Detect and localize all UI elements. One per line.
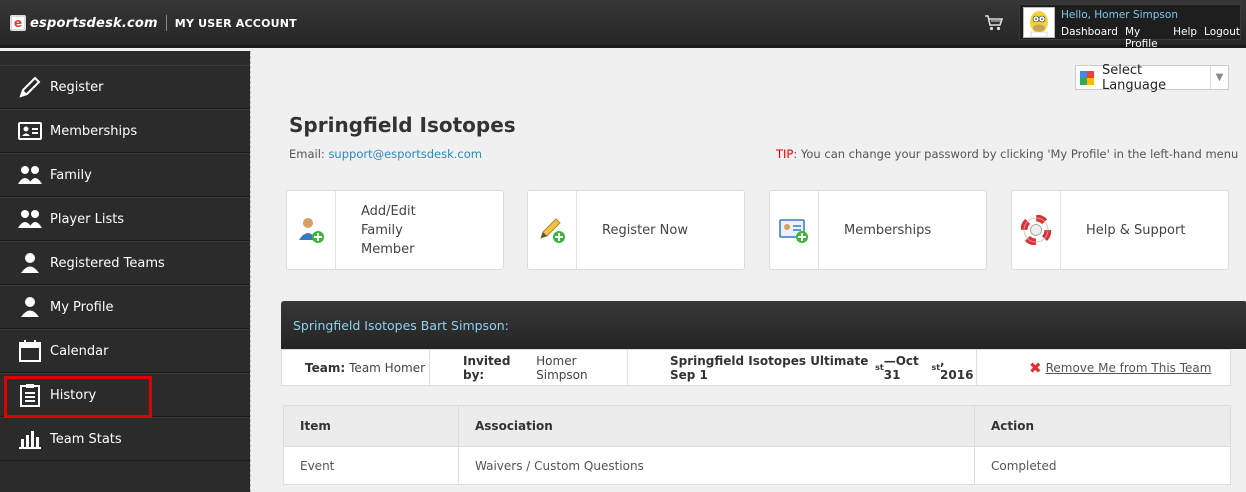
- sidebar-item-label: Team Stats: [50, 431, 122, 447]
- season-prefix: Springfield Isotopes Ultimate Sep 1: [670, 353, 869, 382]
- nav-my-profile[interactable]: My Profile: [1125, 26, 1166, 50]
- chevron-down-icon: ▼: [1210, 66, 1228, 89]
- sidebar-item-memberships[interactable]: Memberships: [0, 109, 250, 153]
- sidebar-item-family[interactable]: Family: [0, 153, 250, 197]
- sidebar-item-label: Family: [50, 167, 92, 183]
- sidebar: Register Memberships Family Player Lists…: [0, 51, 250, 492]
- history-table: Item Association Action Event Waivers / …: [283, 405, 1231, 485]
- tip-text: : You can change your password by clicki…: [793, 147, 1239, 161]
- team-info-row: Team: Team Homer Invited by: Homer Simpson…: [281, 349, 1231, 386]
- people-icon: [17, 206, 43, 232]
- register-now-card[interactable]: Register Now: [527, 190, 745, 270]
- sidebar-item-label: My Profile: [50, 299, 114, 315]
- cell-action: Completed: [991, 459, 1057, 473]
- sidebar-item-label: Player Lists: [50, 211, 125, 227]
- nav-help[interactable]: Help: [1173, 26, 1197, 50]
- logo[interactable]: e esportsdesk.com MY USER ACCOUNT: [10, 14, 297, 32]
- season-mid: —Oct 31: [883, 353, 919, 382]
- cart-icon[interactable]: [984, 14, 1004, 32]
- card-label: Add/Edit Family Member: [361, 203, 416, 257]
- team-info-cell: Team: Team Homer: [282, 350, 430, 385]
- card-label: Register Now: [602, 222, 688, 238]
- season-sup-1: st: [875, 363, 884, 372]
- greeting: Hello, Homer Simpson: [1061, 9, 1178, 21]
- main-content: Select Language ▼ Springfield Isotopes E…: [250, 51, 1246, 492]
- clipboard-icon: [17, 382, 43, 408]
- email-line: Email: support@esportsdesk.com: [289, 147, 482, 161]
- add-family-member-icon: [287, 191, 336, 269]
- help-support-card[interactable]: Help & Support: [1011, 190, 1229, 270]
- logo-text: esportsdesk.com: [30, 15, 158, 31]
- bar-chart-icon: [17, 426, 43, 452]
- person-icon: [17, 250, 43, 276]
- language-select-label: Select Language: [1101, 62, 1167, 93]
- card-label: Help & Support: [1086, 222, 1186, 238]
- membership-card-icon: [770, 191, 819, 269]
- top-bar: e esportsdesk.com MY USER ACCOUNT Hello,…: [0, 0, 1246, 50]
- season-info-cell: Springfield Isotopes Ultimate Sep 1 st —O…: [628, 350, 977, 385]
- email-label: Email:: [289, 147, 325, 161]
- team-value: Team Homer: [349, 360, 426, 375]
- page-title: Springfield Isotopes: [289, 113, 516, 137]
- sidebar-item-label: Memberships: [50, 123, 138, 139]
- google-icon: [1080, 70, 1094, 85]
- season-suffix: , 2016: [940, 353, 974, 382]
- sidebar-item-label: Registered Teams: [50, 255, 165, 271]
- people-icon: [17, 162, 43, 188]
- sidebar-item-label: Register: [50, 79, 104, 95]
- nav-dashboard[interactable]: Dashboard: [1061, 26, 1118, 50]
- avatar[interactable]: [1023, 7, 1055, 38]
- table-row: Event Waivers / Custom Questions Complet…: [284, 447, 1230, 485]
- season-sup-2: st: [931, 363, 941, 372]
- logo-subtitle: MY USER ACCOUNT: [174, 16, 297, 30]
- card-label: Memberships: [844, 222, 932, 238]
- tip-label: TIP: [776, 147, 794, 161]
- column-header-action: Action: [991, 419, 1035, 433]
- team-header: Springfield Isotopes Bart Simpson:: [281, 301, 1246, 349]
- pencil-icon: [17, 74, 43, 100]
- person-icon: [17, 294, 43, 320]
- email-link[interactable]: support@esportsdesk.com: [328, 147, 482, 161]
- remove-from-team-link[interactable]: Remove Me from This Team: [1046, 361, 1212, 375]
- logo-divider: [165, 15, 167, 31]
- calendar-icon: [17, 338, 43, 364]
- sidebar-item-team-stats[interactable]: Team Stats: [0, 417, 250, 461]
- pencil-add-icon: [528, 191, 577, 269]
- team-heading: Springfield Isotopes Bart Simpson:: [293, 318, 509, 333]
- team-label: Team:: [305, 360, 346, 375]
- logo-e-icon: e: [10, 15, 26, 31]
- sidebar-item-player-lists[interactable]: Player Lists: [0, 197, 250, 241]
- memberships-card[interactable]: Memberships: [769, 190, 987, 270]
- user-box: Hello, Homer Simpson Dashboard My Profil…: [1019, 4, 1241, 50]
- cell-item: Event: [284, 447, 459, 485]
- sidebar-item-registered-teams[interactable]: Registered Teams: [0, 241, 250, 285]
- lifebuoy-icon: [1012, 191, 1061, 269]
- add-family-member-card[interactable]: Add/Edit Family Member: [286, 190, 504, 270]
- language-select[interactable]: Select Language ▼: [1075, 62, 1229, 93]
- remove-info-cell: ✖ Remove Me from This Team: [977, 350, 1230, 385]
- tip-line: TIP: You can change your password by cli…: [776, 147, 1238, 161]
- invited-info-cell: Invited by: Homer Simpson: [430, 350, 628, 385]
- sidebar-item-calendar[interactable]: Calendar: [0, 329, 250, 373]
- sidebar-item-history[interactable]: History: [0, 373, 250, 417]
- invited-value: Homer Simpson: [536, 353, 588, 382]
- sidebar-item-label: History: [50, 387, 97, 403]
- column-header-association: Association: [459, 406, 975, 446]
- invited-label: Invited by:: [463, 353, 511, 382]
- nav-logout[interactable]: Logout: [1204, 26, 1240, 50]
- column-header-item: Item: [284, 406, 459, 446]
- user-nav: Dashboard My Profile Help Logout: [1061, 26, 1240, 50]
- close-icon: ✖: [1029, 358, 1042, 377]
- id-card-icon: [17, 118, 43, 144]
- sidebar-item-label: Calendar: [50, 343, 109, 359]
- sidebar-item-register[interactable]: Register: [0, 65, 250, 109]
- cell-association: Waivers / Custom Questions: [459, 447, 975, 485]
- table-header: Item Association Action: [284, 406, 1230, 447]
- sidebar-item-my-profile[interactable]: My Profile: [0, 285, 250, 329]
